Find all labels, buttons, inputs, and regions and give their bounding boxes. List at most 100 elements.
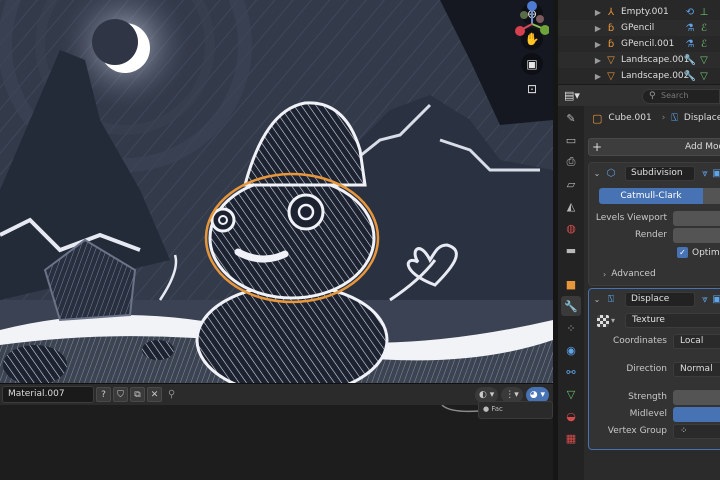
expand-arrow-icon[interactable]: ▶ [592,56,604,65]
duplicate-icon[interactable]: ⧉ [130,387,145,402]
displace-modifier-icon: ⍂ [608,293,614,305]
viewport-toggle-icon[interactable]: ▣ [711,294,720,305]
add-modifier-label: Add Modifier [685,142,720,152]
outliner[interactable]: ▶ ⅄ Empty.001 ⟲ ⊥ ▶ ɓ GPencil ⚗ ℰ ▶ ɓ GP… [558,0,720,84]
texture-tab-icon[interactable]: ▦ [561,428,581,448]
outliner-row[interactable]: ▶ ⅄ Empty.001 ⟲ ⊥ [558,4,720,20]
render-levels-field[interactable] [673,227,720,243]
advanced-label: Advanced [611,269,656,279]
editmode-toggle-icon[interactable]: ⩔ [699,294,711,305]
breadcrumb-modifier: Displace [683,113,720,123]
levels-viewport-label: Levels Viewport [595,213,667,223]
constraints-tab-icon[interactable]: ⚯ [561,362,581,382]
view-layer-tab-icon[interactable]: ▱ [561,174,581,194]
object-tab-icon[interactable]: ■ [561,274,581,294]
subdivision-type-selector: Catmull-Clark [599,188,720,204]
3d-viewport[interactable]: ⊕ ✋ ▣ ⊡ [0,0,553,383]
mesh-data-icon: ▽ [700,70,708,82]
collection-tab-icon[interactable]: ▬ [561,240,581,260]
modifier-tab-icon[interactable]: 🔧 [561,296,581,316]
levels-viewport-field[interactable] [673,210,720,226]
vertex-group-label: Vertex Group [607,426,667,436]
outliner-row-label: Empty.001 [621,7,669,17]
physics-tab-icon[interactable]: ◉ [561,340,581,360]
properties-header: ▤▾ ⚲ Search [558,84,720,106]
outliner-row[interactable]: ▶ ▽ Landscape.001 🔧 ▽ [558,52,720,68]
collapse-chevron-icon[interactable]: ⌄ [591,295,603,304]
optimal-display-checkbox[interactable]: ✓ Optimal Display [677,247,720,258]
node-socket-fac[interactable]: ● Fac [478,401,553,419]
editor-type-menu-icon[interactable]: ▤▾ [564,88,592,104]
pin-icon[interactable]: ⚲ [168,389,175,400]
data-tab-icon[interactable]: ▽ [561,384,581,404]
mesh-data-icon: ▽ [700,54,708,66]
stroke-data-icon: ℰ [700,38,708,50]
outliner-row-label: GPencil [621,23,655,33]
subdivision-header[interactable]: ⌄ ⬡ Subdivision ⩔ ▣ [589,163,720,183]
catmull-clark-option[interactable]: Catmull-Clark [599,188,703,204]
checker-texture-icon[interactable] [597,314,609,327]
viewport-navigation: ⊕ ✋ ▣ ⊡ [515,0,549,100]
axis-gizmo[interactable] [515,0,549,40]
output-tab-icon[interactable]: ⎙ [561,152,581,172]
fake-user-shield-icon[interactable]: ⛉ [113,387,128,402]
displace-header[interactable]: ⌄ ⍂ Displace ⩔ ▣ [589,289,720,309]
render-tab-icon[interactable]: ▭ [561,130,581,150]
outliner-row[interactable]: ▶ ɓ GPencil ⚗ ℰ [558,20,720,36]
strength-label: Strength [628,392,667,402]
material-name-field[interactable]: Material.007 [2,386,94,403]
direction-select[interactable]: Normal [673,361,720,377]
collapse-chevron-icon[interactable]: ⌄ [591,169,603,178]
subdivision-name-field[interactable]: Subdivision [625,165,695,181]
vertex-group-field[interactable]: ⁘ [673,423,720,439]
plus-icon: + [591,140,603,154]
displace-modifier-panel: ⌄ ⍂ Displace ⩔ ▣ ▾ Texture Coordinates L… [588,288,720,450]
viewport-toggle-icon[interactable]: ▣ [711,168,720,179]
expand-arrow-icon[interactable]: ▶ [592,40,604,49]
midlevel-row: Midlevel [589,406,720,422]
search-icon: ⚲ [649,91,656,101]
midlevel-field[interactable] [673,406,720,422]
direction-row: Direction Normal [589,361,720,377]
particles-tab-icon[interactable]: ⁘ [561,318,581,338]
outliner-row[interactable]: ▶ ɓ GPencil.001 ⚗ ℰ [558,36,720,52]
outliner-row[interactable]: ▶ ▽ Landscape.002 🔧 ▽ [558,68,720,84]
world-tab-icon[interactable]: ◍ [561,218,581,238]
node-editor[interactable] [0,404,553,480]
unlink-close-icon[interactable]: ✕ [147,387,162,402]
expand-arrow-icon[interactable]: ▶ [592,24,604,33]
modifier-wrench-icon: 🔧 [683,70,697,82]
shader-editor-header: Material.007 ? ⛉ ⧉ ✕ ⚲ ◐ ▾ ⋮▾ ◕ ▾ [0,383,553,405]
data-icon: ⊥ [699,6,709,18]
modifier-toggles: ⩔ ▣ [699,168,720,179]
tab-spacer [561,262,581,272]
scene-tab-icon[interactable]: ◭ [561,196,581,216]
editmode-toggle-icon[interactable]: ⩔ [699,168,711,179]
subdivision-modifier-panel: ⌄ ⬡ Subdivision ⩔ ▣ Catmull-Clark Levels… [588,162,720,286]
help-button[interactable]: ? [96,387,111,402]
modifier-wrench-icon: ⚗ [685,22,695,34]
optimal-display-label: Optimal Display [692,247,720,258]
camera-icon[interactable]: ▣ [521,53,543,75]
material-tab-icon[interactable]: ◒ [561,406,581,426]
checkbox-checked-icon[interactable]: ✓ [677,247,688,258]
search-placeholder: Search [661,91,689,100]
simple-option[interactable] [703,188,720,204]
add-modifier-button[interactable]: + Add Modifier [588,138,720,156]
properties-search-input[interactable]: ⚲ Search [642,89,720,104]
coordinates-select[interactable]: Local [673,333,720,349]
modifier-wrench-icon: ⚗ [685,38,695,50]
expand-arrow-icon[interactable]: ▶ [592,8,604,17]
lock-icon[interactable]: ⊡ [521,78,543,100]
strength-field[interactable] [673,389,720,405]
expand-arrow-icon[interactable]: ▶ [592,72,604,81]
dropdown-arrow-icon[interactable]: ▾ [611,316,615,325]
displace-name-field[interactable]: Displace [625,291,695,307]
outliner-row-label: GPencil.001 [621,39,675,49]
mesh-icon: ▽ [607,70,615,82]
levels-viewport-row: Levels Viewport [589,210,720,226]
advanced-subpanel[interactable]: › Advanced [603,269,656,279]
texture-field[interactable]: Texture [625,313,720,328]
modifier-toggles: ⩔ ▣ [699,294,720,305]
tool-tab-icon[interactable]: ✎ [561,108,581,128]
